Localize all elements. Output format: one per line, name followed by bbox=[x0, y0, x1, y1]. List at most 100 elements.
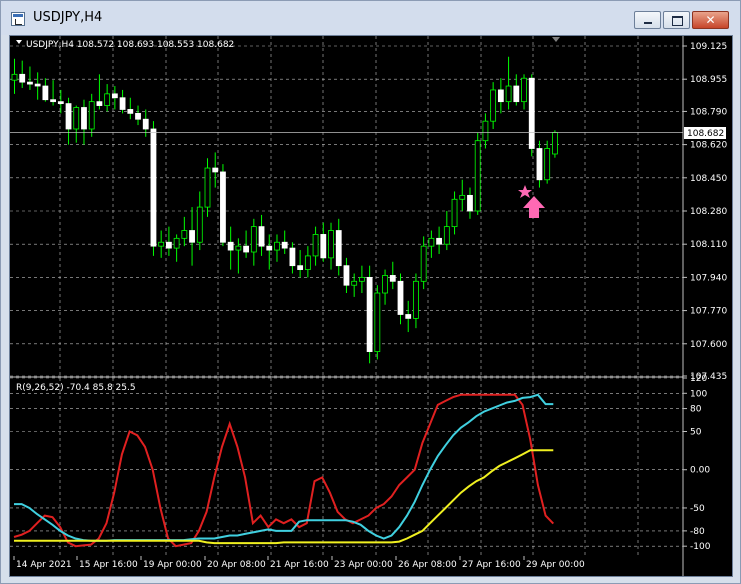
candle-body bbox=[467, 194, 473, 212]
candle bbox=[65, 97, 72, 145]
candle-body bbox=[405, 314, 412, 319]
candle bbox=[235, 238, 242, 274]
candle-body bbox=[165, 241, 172, 249]
indicator-lines bbox=[13, 393, 555, 548]
candle bbox=[443, 211, 450, 251]
candle-body bbox=[220, 171, 226, 243]
candle bbox=[536, 140, 543, 188]
candle bbox=[552, 130, 558, 158]
candle-body bbox=[127, 109, 134, 114]
time-tick-label: 23 Apr 00:00 bbox=[334, 560, 393, 570]
grid-lines bbox=[10, 36, 683, 556]
candle-body bbox=[88, 101, 95, 130]
candle-body bbox=[266, 245, 273, 251]
star-icon bbox=[518, 185, 532, 198]
candle-body bbox=[189, 230, 195, 243]
price-tick-label: 108.620 bbox=[690, 141, 727, 151]
candle bbox=[281, 230, 288, 254]
candle-body bbox=[328, 230, 334, 259]
candle-body bbox=[374, 292, 381, 352]
candle bbox=[451, 191, 458, 235]
candle bbox=[343, 257, 350, 294]
candle bbox=[196, 191, 203, 251]
time-tick-label: 27 Apr 16:00 bbox=[462, 560, 521, 570]
candle bbox=[397, 273, 404, 325]
price-tick-label: 107.940 bbox=[690, 273, 727, 283]
indicator-line-yellow bbox=[14, 449, 554, 545]
minimize-button[interactable] bbox=[634, 11, 661, 29]
candle-body bbox=[351, 280, 358, 286]
indicator-label: R(9,26,52) -70.4 85.8 25.5 bbox=[16, 383, 136, 393]
candle-body bbox=[150, 128, 157, 247]
candle bbox=[366, 265, 373, 364]
candle-body bbox=[304, 255, 311, 270]
time-axis[interactable]: 14 Apr 2021 15 Apr 16:00 19 Apr 00:00 20 Ap… bbox=[13, 556, 585, 570]
candle bbox=[328, 222, 334, 270]
candle bbox=[11, 58, 18, 94]
current-price-text: 108.682 bbox=[687, 129, 724, 139]
candle-body bbox=[513, 85, 520, 103]
candle-body bbox=[443, 226, 450, 245]
candle-body bbox=[50, 99, 56, 103]
candle-body bbox=[204, 167, 211, 208]
candle bbox=[165, 226, 172, 256]
candle-body bbox=[436, 237, 443, 245]
time-tick-label: 21 Apr 16:00 bbox=[270, 560, 329, 570]
indicator-tick-label: -80 bbox=[690, 527, 705, 537]
candle bbox=[358, 265, 365, 294]
candle-body bbox=[73, 107, 80, 130]
candle-body bbox=[250, 226, 257, 253]
candle-body bbox=[65, 103, 72, 130]
candle-body bbox=[281, 241, 288, 249]
up-arrow-icon[interactable] bbox=[523, 196, 545, 218]
candle-body bbox=[227, 241, 234, 251]
candle bbox=[96, 74, 103, 110]
candle bbox=[212, 152, 219, 188]
indicator-axis[interactable]: 120 100 80 50 0.00 -50 -80 -100 bbox=[683, 374, 711, 552]
indicator-tick-label: -100 bbox=[690, 542, 711, 552]
candle bbox=[181, 216, 188, 247]
maximize-icon bbox=[672, 16, 683, 26]
price-axis[interactable]: 109.125 108.955 108.790 108.620 108.450 108.2… bbox=[683, 42, 727, 382]
candle bbox=[57, 89, 64, 114]
candle-body bbox=[428, 237, 435, 247]
chart-label-group: USDJPY,H4 108.572 108.693 108.553 108.68… bbox=[16, 40, 234, 50]
maximize-button[interactable] bbox=[663, 11, 690, 29]
signal-markers bbox=[518, 185, 545, 218]
price-tick-label: 108.110 bbox=[690, 240, 727, 250]
candle-body bbox=[528, 77, 535, 149]
candle bbox=[405, 300, 412, 333]
chart-area[interactable]: 109.125 108.955 108.790 108.620 108.450 108.2… bbox=[9, 35, 733, 577]
candle bbox=[111, 86, 118, 110]
candle-body bbox=[289, 247, 296, 267]
candle bbox=[88, 93, 95, 137]
candle-body bbox=[181, 230, 188, 239]
candle bbox=[289, 242, 296, 274]
candle-body bbox=[459, 194, 466, 200]
chart-canvas[interactable]: 109.125 108.955 108.790 108.620 108.450 108.2… bbox=[10, 36, 732, 576]
candle bbox=[467, 187, 473, 219]
candle bbox=[312, 226, 319, 266]
candle bbox=[173, 234, 180, 262]
candle bbox=[204, 158, 211, 217]
price-tick-label: 108.450 bbox=[690, 174, 727, 184]
indicator-tick-label: 100 bbox=[690, 389, 707, 399]
title-bar[interactable]: USDJPY,H4 ✕ bbox=[1, 1, 740, 35]
candle bbox=[189, 207, 195, 266]
candle-body bbox=[397, 280, 404, 315]
candle bbox=[250, 218, 257, 266]
chart-symbol-label: USDJPY,H4 108.572 108.693 108.553 108.68… bbox=[26, 40, 234, 50]
candle bbox=[335, 218, 342, 276]
chart-window: USDJPY,H4 ✕ 109.125 108.955 108.790 108.620… bbox=[0, 0, 741, 584]
time-tick-label: 15 Apr 16:00 bbox=[79, 560, 138, 570]
triangle-down-icon[interactable] bbox=[16, 40, 22, 44]
candle bbox=[413, 273, 419, 329]
price-tick-label: 108.280 bbox=[690, 207, 727, 217]
time-tick-label: 26 Apr 08:00 bbox=[398, 560, 457, 570]
chart-window-icon[interactable] bbox=[11, 12, 25, 26]
candle-body bbox=[482, 120, 489, 142]
price-tick-label: 107.770 bbox=[690, 307, 727, 317]
candle-body bbox=[57, 101, 64, 105]
close-button[interactable]: ✕ bbox=[692, 11, 729, 29]
chart-shift-icon[interactable] bbox=[552, 37, 560, 42]
